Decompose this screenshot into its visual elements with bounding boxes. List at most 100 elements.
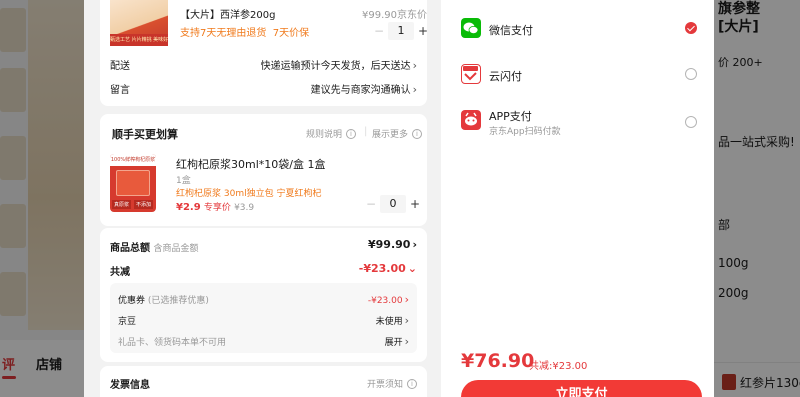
product-title-fragment: [大片] [718,19,759,35]
decrease-button[interactable]: − [362,197,380,211]
payment-method-app[interactable]: APP支付 京东App扫码付款 [461,106,697,142]
chevron-right-icon: › [404,293,409,306]
discount-details: 优惠券 (已选推荐优惠) -¥23.00 › 京豆 未使用 › 礼品卡、领货码本单不… [110,283,417,353]
tab-shop[interactable]: 店铺 [36,354,62,373]
product-main-image [28,0,84,330]
divider: | [364,126,368,137]
chevron-right-icon: › [404,314,409,327]
radio-selected[interactable] [685,22,697,34]
addon-card: 顺手买更划算 规则说明 i | 展示更多 i 100%鲜榨枸杞原浆 真原浆 不添加 … [100,114,427,226]
coupon-value: -¥23.00 [367,296,403,306]
delivery-value: 快递运输预计今天发货，后天送达 [260,61,411,72]
gallery-thumbnail[interactable] [0,8,26,52]
bottom-product-name[interactable]: 红参片130g [740,374,800,391]
message-label: 留言 [110,85,130,96]
order-summary-panel: 甄选工艺 片片精挑 美味好品质 【大片】西洋参200g ¥99.90京东价 支持… [84,0,441,397]
gallery-thumbnail[interactable] [0,68,26,112]
addon-image-badge: 不添加 [134,200,154,209]
giftcard-expand[interactable]: 展开 › [385,335,409,348]
invoice-card: 发票信息 开票须知 i [100,366,427,397]
invoice-notice: 开票须知 [366,380,403,390]
product-card: 甄选工艺 片片精挑 美味好品质 【大片】西洋参200g ¥99.90京东价 支持… [100,0,428,106]
background-gallery: 评 店铺 [0,0,84,397]
total-amount[interactable]: ¥99.90 › [368,238,417,251]
invoice-notice-link[interactable]: 开票须知 i [367,377,417,390]
payment-method-desc: 京东App扫码付款 [489,127,561,137]
invoice-label: 发票信息 [110,380,150,391]
radio-unselected[interactable] [685,68,697,80]
chevron-down-icon: ⌄ [407,262,417,275]
rules-link[interactable]: 规则说明 i [306,127,357,140]
spec-option-200g[interactable]: 200g [718,286,749,300]
unionpay-quickpass-icon [461,64,481,84]
product-price: ¥99.90京东价 [362,6,427,21]
show-more-link[interactable]: 展示更多 i [372,127,423,140]
payment-method-wechat[interactable]: 微信支付 [461,14,697,44]
delivery-row[interactable]: 快递运输预计今天发货，后天送达 › [261,57,417,72]
wechat-pay-icon [461,18,481,38]
giftcard-value: 展开 [384,338,403,348]
radio-unselected[interactable] [685,116,697,128]
jingdou-value: 未使用 [375,317,403,327]
product-image-band: 甄选工艺 片片精挑 美味好品质 [110,34,168,46]
addon-quantity-value[interactable]: 0 [380,195,406,213]
product-image: 甄选工艺 片片精挑 美味好品质 [110,0,168,46]
pay-now-button[interactable]: 立即支付 [461,380,702,397]
addon-quantity-stepper: − 0 + [362,194,424,214]
coupon-label: 优惠券 (已选推荐优惠) [118,293,209,306]
gallery-thumbnail[interactable] [0,272,26,316]
background-product-info: 旗参整 [大片] 价 200+ 品一站式采购! 部 100g 200g 红参片1… [714,0,800,397]
increase-button[interactable]: + [406,197,424,211]
product-title[interactable]: 【大片】西洋参200g [180,6,275,21]
payment-method-name: 微信支付 [489,24,533,37]
info-icon: i [407,379,417,389]
payment-method-unionpay[interactable]: 云闪付 [461,60,697,90]
payment-amount: ¥76.90 [461,350,535,372]
increase-button[interactable]: + [414,24,432,38]
product-box-shape [116,170,150,196]
addon-image-headline: 100%鲜榨枸杞原浆 [110,154,156,166]
jingdou-row[interactable]: 未使用 › [376,314,409,327]
promo-text-fragment[interactable]: 品一站式采购! [718,133,795,150]
addon-price: ¥2.9 专享价 ¥3.9 [176,200,254,213]
coupon-row[interactable]: -¥23.00 › [368,293,409,306]
chevron-right-icon: › [412,238,417,251]
decrease-button[interactable]: − [370,24,388,38]
jingdou-label: 京豆 [118,317,137,327]
show-more-label: 展示更多 [372,130,409,140]
addon-price-label: 专享价 [203,203,231,213]
gallery-thumbnail[interactable] [0,204,26,248]
quantity-value[interactable]: 1 [388,22,414,40]
reduce-amount[interactable]: -¥23.00 ⌄ [359,262,417,275]
coupon-sublabel: (已选推荐优惠) [147,296,209,306]
spec-label-fragment: 部 [718,218,731,232]
spec-option-100g[interactable]: 100g [718,256,749,270]
total-row: 商品总额 含商品金额 [110,239,199,254]
addon-title: 顺手买更划算 [112,128,178,141]
reduce-value: -¥23.00 [358,262,406,275]
message-row[interactable]: 建议先与商家沟通确认 › [311,81,417,96]
product-name: 西洋参200g [220,10,276,21]
coupon-label-text: 优惠券 [118,296,146,306]
price-summary-card: 商品总额 含商品金额 ¥99.90 › 共减 -¥23.00 ⌄ 优惠券 (已选推荐… [100,228,427,362]
payment-method-name: 云闪付 [489,70,522,83]
active-tab-indicator [2,376,16,379]
giftcard-label: 礼品卡、领货码本单不可用 [118,338,227,348]
product-tabs: 评 店铺 [0,340,84,397]
addon-product-spec: 1盒 [176,176,191,186]
reduce-label: 共减 [110,267,130,278]
delivery-label: 配送 [110,61,130,72]
payment-reduce-text: 共减:¥23.00 [529,361,588,372]
message-value: 建议先与商家沟通确认 [310,85,411,96]
addon-product-name[interactable]: 红枸杞原浆30ml*10袋/盒 1盒 [176,156,325,172]
tab-reviews[interactable]: 评 [2,354,15,373]
total-label: 商品总额 [110,243,150,254]
addon-product-image: 100%鲜榨枸杞原浆 真原浆 不添加 [110,154,156,212]
return-policy: 支持7天无理由退货 [180,28,267,39]
gallery-thumbnail[interactable] [0,136,26,180]
service-guarantee: 支持7天无理由退货 7天价保 [180,24,309,39]
addon-original-price: ¥3.9 [234,203,255,213]
addon-image-badge: 真原浆 [112,200,132,209]
info-icon: i [346,129,357,139]
rules-label: 规则说明 [306,130,343,140]
